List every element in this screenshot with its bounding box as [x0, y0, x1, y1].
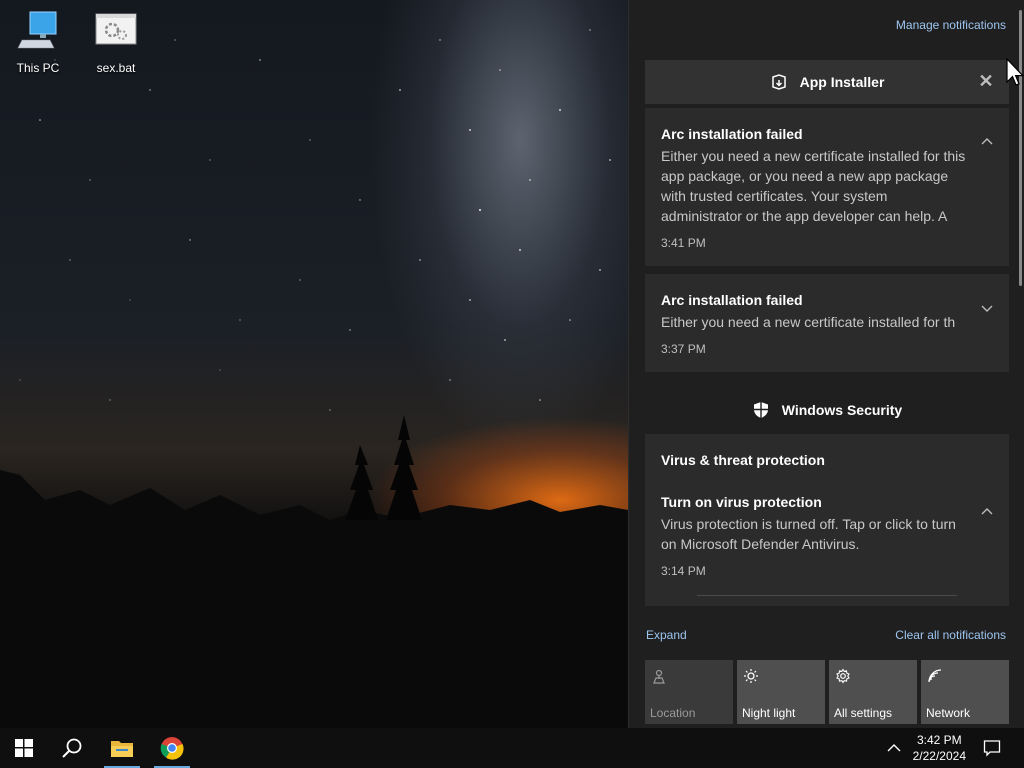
start-button[interactable]: [2, 728, 46, 768]
notification-time: 3:14 PM: [661, 564, 706, 578]
desktop-icon-label: This PC: [16, 61, 60, 75]
quick-action-all-settings[interactable]: All settings: [829, 660, 917, 724]
taskbar: 3:42 PM 2/22/2024: [0, 728, 1024, 768]
taskbar-clock[interactable]: 3:42 PM 2/22/2024: [913, 732, 966, 764]
desktop-icon-sex-bat[interactable]: sex.bat: [80, 10, 152, 75]
desktop[interactable]: This PC sex.bat: [0, 0, 628, 728]
folder-icon: [111, 741, 133, 757]
show-hidden-icons-button[interactable]: [874, 728, 914, 768]
quick-action-label: Night light: [742, 706, 796, 720]
windows-logo-icon: [15, 739, 33, 757]
search-button[interactable]: [50, 728, 94, 768]
app-installer-icon: [771, 74, 786, 90]
batch-file-icon: [95, 13, 137, 45]
notification-icon: [983, 740, 1001, 757]
chevron-up-icon: [887, 744, 901, 752]
taskbar-chrome[interactable]: [150, 728, 194, 768]
notification-section-title: Virus & threat protection: [661, 452, 825, 468]
notification-card[interactable]: Arc installation failed Either you need …: [645, 108, 1009, 266]
notification-body: Virus protection is turned off. Tap or c…: [661, 516, 956, 552]
quick-actions: Location Night light All settings Networ…: [645, 660, 1009, 724]
shield-icon: [753, 402, 768, 418]
group-header-label: App Installer: [799, 74, 885, 90]
notification-body: Either you need a new certificate instal…: [661, 148, 966, 224]
app-installer-group-header[interactable]: App Installer ✕: [645, 60, 1009, 104]
chevron-up-icon[interactable]: [979, 134, 995, 150]
search-icon: [62, 738, 82, 758]
expand-link[interactable]: Expand: [646, 628, 687, 642]
manage-notifications-link[interactable]: Manage notifications: [896, 18, 1006, 32]
mouse-cursor-icon: [1006, 58, 1024, 86]
action-center-panel: Manage notifications App Installer ✕ Arc…: [628, 0, 1024, 728]
chrome-icon: [160, 737, 184, 760]
taskbar-file-explorer[interactable]: [100, 728, 144, 768]
clock-date: 2/22/2024: [912, 749, 966, 763]
clock-time: 3:42 PM: [916, 733, 962, 747]
close-icon[interactable]: ✕: [977, 72, 995, 90]
notification-card[interactable]: Arc installation failed Either you need …: [645, 274, 1009, 372]
notification-card[interactable]: Virus & threat protection Turn on virus …: [645, 434, 1009, 606]
quick-action-location[interactable]: Location: [645, 660, 733, 724]
chevron-up-icon[interactable]: [979, 504, 995, 520]
notification-title: Arc installation failed: [661, 126, 803, 142]
action-center-button[interactable]: [972, 728, 1012, 768]
quick-action-label: All settings: [834, 706, 893, 720]
chevron-down-icon[interactable]: [979, 300, 995, 316]
scrollbar[interactable]: [1019, 10, 1022, 286]
quick-action-night-light[interactable]: Night light: [737, 660, 825, 724]
notification-title: Turn on virus protection: [661, 494, 822, 510]
network-icon: [928, 669, 942, 683]
windows-security-group-header[interactable]: Windows Security: [645, 388, 1009, 432]
desktop-icon-this-pc[interactable]: This PC: [2, 10, 74, 75]
notification-time: 3:37 PM: [661, 342, 706, 356]
notification-body: Either you need a new certificate instal…: [661, 314, 956, 330]
gear-icon: [836, 668, 850, 684]
computer-icon: [17, 11, 57, 49]
group-header-label: Windows Security: [781, 402, 903, 418]
clear-all-notifications-link[interactable]: Clear all notifications: [895, 628, 1006, 642]
card-divider: [697, 595, 957, 596]
quick-action-label: Location: [650, 706, 696, 720]
wallpaper-stars: [0, 29, 628, 728]
desktop-icon-label: sex.bat: [96, 61, 136, 75]
quick-action-label: Network: [926, 706, 971, 720]
notification-title: Arc installation failed: [661, 292, 803, 308]
quick-action-network[interactable]: Network: [921, 660, 1009, 724]
location-icon: [653, 669, 665, 684]
night-light-icon: [744, 669, 758, 683]
notification-time: 3:41 PM: [661, 236, 706, 250]
